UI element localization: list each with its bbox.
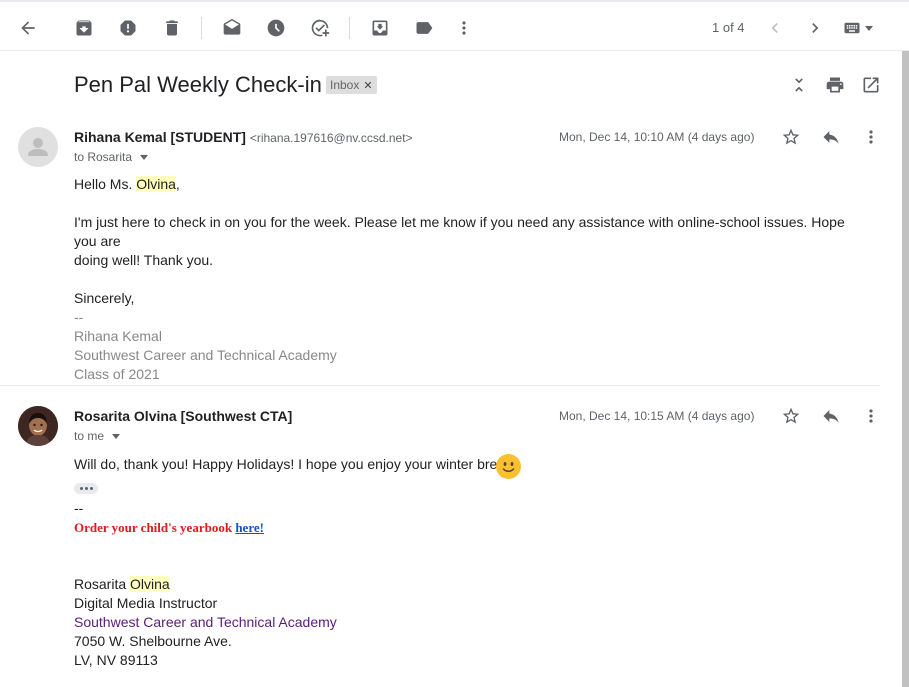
back-arrow-icon[interactable] <box>12 12 44 44</box>
chevron-down-icon <box>865 25 873 31</box>
sender-email: <rihana.197616@nv.ccsd.net> <box>249 131 413 145</box>
avatar[interactable] <box>18 406 58 446</box>
label-icon[interactable] <box>408 12 440 44</box>
message-body: Hello Ms. Olvina, I'm just here to check… <box>74 175 864 384</box>
subject-title: Pen Pal Weekly Check-in <box>74 72 322 97</box>
person-icon <box>28 138 48 156</box>
reply-icon[interactable] <box>819 125 843 149</box>
signature-dashes: -- <box>74 309 84 325</box>
open-new-window-icon[interactable] <box>859 73 883 97</box>
signature-last-name: Olvina <box>130 576 170 592</box>
recipients-toggle[interactable]: to me <box>74 429 121 443</box>
reply-icon[interactable] <box>819 404 843 428</box>
signature-name: Rihana Kemal <box>74 328 162 344</box>
signature-city: LV, NV 89113 <box>74 652 158 668</box>
signature-school: Southwest Career and Technical Academy <box>74 614 337 630</box>
report-spam-icon[interactable] <box>112 12 144 44</box>
toolbar-separator <box>349 17 350 39</box>
signature-address: 7050 W. Shelbourne Ave. <box>74 633 232 649</box>
message-divider <box>0 385 880 386</box>
more-vert-icon[interactable] <box>448 12 480 44</box>
inbox-label-chip[interactable]: Inbox ✕ <box>326 76 377 94</box>
collapse-all-icon[interactable] <box>787 73 811 97</box>
add-task-icon[interactable] <box>304 12 336 44</box>
signature-title: Digital Media Instructor <box>74 595 218 611</box>
more-vert-icon[interactable] <box>859 125 883 149</box>
smiley-emoji-icon <box>496 454 521 479</box>
signature-class: Class of 2021 <box>74 366 160 382</box>
star-icon[interactable] <box>779 125 803 149</box>
chevron-down-icon <box>140 154 149 160</box>
signature-name: Rosarita Olvina <box>74 575 854 594</box>
more-vert-icon[interactable] <box>859 404 883 428</box>
mark-unread-icon[interactable] <box>216 12 248 44</box>
greeting-prefix: Hello Ms. <box>74 176 137 192</box>
snooze-icon[interactable] <box>260 12 292 44</box>
recipients-toggle[interactable]: to Rosarita <box>74 150 149 164</box>
message-date: Mon, Dec 14, 10:10 AM (4 days ago) <box>559 130 755 144</box>
message-signature: -- Order your child's yearbook here! Ros… <box>74 499 854 670</box>
message-body-line: Will do, thank you! Happy Holidays! I ho… <box>74 456 517 472</box>
signature-dashes: -- <box>74 500 84 516</box>
archive-icon[interactable] <box>68 12 100 44</box>
sender-name[interactable]: Rosarita Olvina [Southwest CTA] <box>74 408 292 424</box>
to-text: to Rosarita <box>74 150 133 164</box>
to-text: to me <box>74 429 105 443</box>
message-date: Mon, Dec 14, 10:15 AM (4 days ago) <box>559 409 755 423</box>
show-trimmed-content-button[interactable] <box>74 483 98 494</box>
greeting-suffix: , <box>175 176 180 192</box>
sender-name[interactable]: Rihana Kemal [STUDENT] <rihana.197616@nv… <box>74 129 413 145</box>
sender-name-text: Rihana Kemal [STUDENT] <box>74 129 246 145</box>
signature-school: Southwest Career and Technical Academy <box>74 347 337 363</box>
avatar[interactable] <box>18 127 58 167</box>
greeting-line: Hello Ms. Olvina, <box>74 175 864 194</box>
body-paragraph-line: doing well! Thank you. <box>74 252 214 268</box>
chevron-down-icon <box>112 433 121 439</box>
move-to-icon[interactable] <box>364 12 396 44</box>
pager-text: 1 of 4 <box>712 20 745 35</box>
yearbook-text: Order your child's yearbook <box>74 520 236 535</box>
label-chip-text: Inbox <box>330 78 360 92</box>
scrollbar[interactable] <box>902 51 909 687</box>
signature-first-name: Rosarita <box>74 576 131 592</box>
toolbar-separator <box>201 17 202 39</box>
chevron-right-icon[interactable] <box>799 12 831 44</box>
star-icon[interactable] <box>779 404 803 428</box>
greeting-name: Olvina <box>136 176 176 192</box>
toolbar: 1 of 4 <box>0 0 909 51</box>
remove-label-icon[interactable]: ✕ <box>363 79 372 92</box>
delete-icon[interactable] <box>156 12 188 44</box>
print-icon[interactable] <box>823 73 847 97</box>
yearbook-line: Order your child's yearbook here! <box>74 518 854 537</box>
profile-photo <box>18 406 58 446</box>
closing-line: Sincerely, <box>74 290 135 306</box>
body-paragraph-line: I'm just here to check in on you for the… <box>74 214 845 249</box>
chevron-left-icon[interactable] <box>759 12 791 44</box>
yearbook-link[interactable]: here! <box>235 520 264 535</box>
keyboard-icon[interactable] <box>838 12 878 44</box>
